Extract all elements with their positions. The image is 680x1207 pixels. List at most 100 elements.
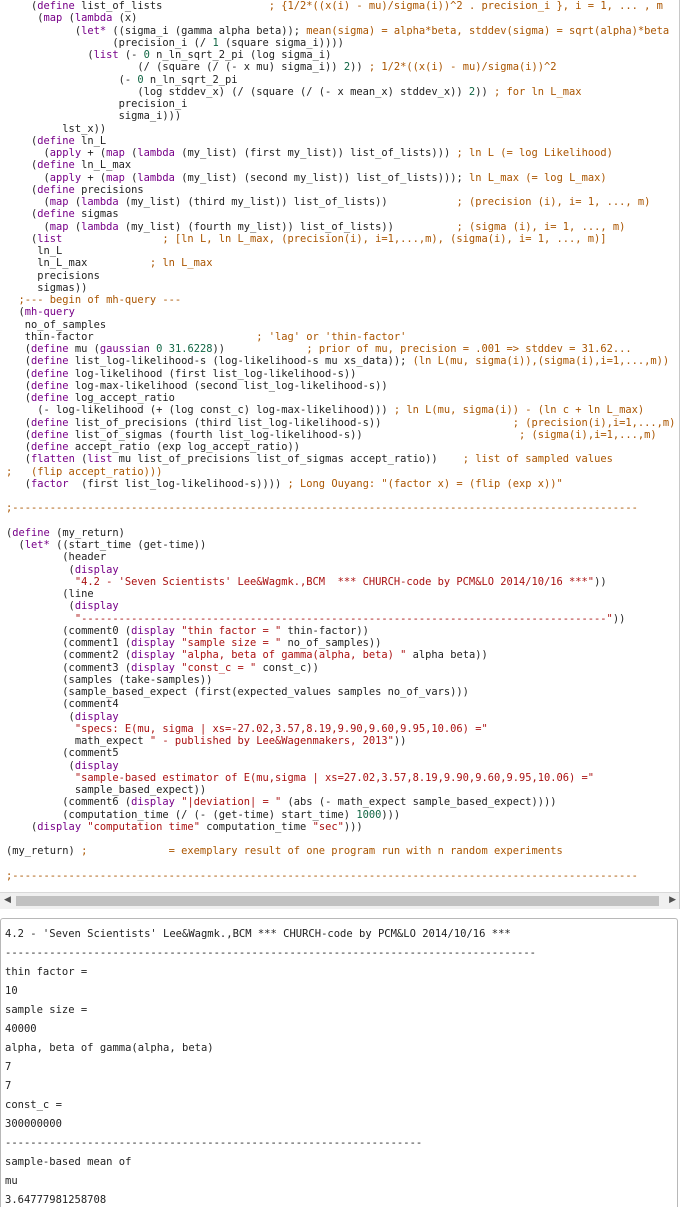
code-token: ( — [68, 196, 82, 208]
code-token: define — [37, 0, 75, 12]
code-editor[interactable]: (define list_of_lists ; {1/2*((x(i) - mu… — [0, 0, 680, 909]
code-line: (comment5 — [6, 747, 675, 759]
code-token: ; (precision(i),i=1,...,m) — [512, 416, 676, 429]
code-token: ; (flip accept_ratio))) — [6, 465, 163, 478]
code-token: ( — [124, 147, 138, 159]
code-line: (log stddev_x) (/ (square (/ (- x mean_x… — [6, 86, 675, 98]
code-token: )) — [350, 61, 369, 74]
code-line: (display — [6, 760, 675, 772]
code-line: (mh-query — [6, 306, 675, 318]
code-line: (define ln_L — [6, 135, 675, 147]
code-token: lambda — [137, 171, 175, 184]
output-line: thin factor = — [5, 966, 88, 978]
code-token: ( — [6, 220, 50, 233]
code-line: (let* ((sigma_i (gamma alpha beta)); mea… — [6, 25, 675, 37]
code-line: ln_L_max ; ln L_max — [6, 257, 675, 269]
code-token: "computation time" — [87, 820, 200, 833]
code-line: precisions — [6, 270, 675, 282]
code-token: ( — [6, 147, 50, 159]
code-line: (precision_i (/ 1 (square sigma_i)))) — [6, 37, 675, 49]
scrollbar-thumb[interactable] — [16, 896, 659, 906]
code-line: (line — [6, 588, 675, 600]
code-line: (computation_time (/ (- (get-time) start… — [6, 809, 675, 821]
code-token: lambda — [74, 12, 113, 25]
scroll-left-arrow-icon[interactable]: ◀ — [4, 895, 11, 905]
code-token: ; (precision (i), i= 1, ..., m) — [456, 196, 651, 208]
code-token: (x) — [112, 12, 138, 25]
code-token: ( — [6, 134, 38, 147]
code-token: )) — [212, 343, 307, 355]
code-token: ln L_max (= log L_max) — [468, 171, 607, 184]
code-line: thin-factor ; 'lag' or 'thin-factor' — [6, 331, 675, 343]
code-token: ( — [6, 453, 32, 466]
code-line: (define log-likelihood (first list_log-l… — [6, 368, 675, 380]
code-line: (define log-max-likelihood (second list_… — [6, 380, 675, 392]
code-token: (precision_i (/ — [6, 36, 213, 49]
code-token: (my_return) — [6, 845, 82, 858]
code-line: ;---------------------------------------… — [6, 870, 675, 882]
code-token: )) — [612, 612, 626, 625]
horizontal-scrollbar[interactable]: ◀ ▶ — [0, 892, 679, 909]
code-token: )) — [594, 575, 607, 588]
code-line: sample_based_expect)) — [6, 784, 675, 796]
code-token: ;---------------------------------------… — [6, 869, 638, 882]
code-line: ;--- begin of mh-query --- — [6, 294, 675, 306]
code-token: mu ( — [68, 343, 100, 355]
code-token: list — [93, 49, 119, 61]
code-token: let* — [24, 539, 50, 551]
output-line: ----------------------------------------… — [5, 947, 537, 959]
code-line: "specs: E(mu, sigma | xs=-27.02,3.57,8.1… — [6, 723, 675, 735]
output-line: mu — [5, 1175, 18, 1187]
code-line: (map (lambda (my_list) (fourth my_list))… — [6, 221, 675, 233]
code-token: list_log-likelihood-s (log-likelihood-s … — [68, 355, 413, 368]
code-line: (let* ((start_time (get-time)) — [6, 539, 675, 551]
code-token: flatten — [31, 453, 75, 466]
code-token: n_ln_sqrt_2_pi (log sigma_i) — [149, 49, 332, 61]
code-token: ; (sigma (i), i= 1, ..., m) — [456, 220, 626, 233]
code-token: ((start_time (get-time)) — [49, 539, 207, 551]
code-line: (factor (first list_log-likelihood-s))))… — [6, 478, 675, 490]
code-content[interactable]: (define list_of_lists ; {1/2*((x(i) - mu… — [6, 0, 675, 882]
code-token: (comment4 — [6, 698, 119, 711]
code-token: define — [37, 183, 75, 196]
code-token: list_of_sigmas (fourth list_log-likeliho… — [68, 428, 519, 441]
code-token: "specs: E(mu, sigma | xs=-27.02,3.57,8.1… — [74, 722, 488, 735]
code-token: "sample size = " — [181, 637, 282, 649]
code-token: log-likelihood (first list_log-likelihoo… — [68, 367, 357, 380]
code-token: define — [37, 159, 75, 172]
code-token: define — [12, 526, 50, 539]
code-token: "alpha, beta of gamma(alpha, beta) " — [181, 649, 407, 662]
code-token: lambda — [81, 220, 119, 233]
code-line: "---------------------------------------… — [6, 613, 675, 625]
code-token: ; Long Ouyang: "(factor x) = (flip (exp … — [287, 477, 563, 490]
scroll-right-arrow-icon[interactable]: ▶ — [669, 895, 676, 905]
output-panel: 4.2 - 'Seven Scientists' Lee&Wagmk.,BCM … — [0, 918, 678, 1207]
code-token: (comment3 ( — [6, 661, 132, 674]
code-token: (log stddev_x) (/ (square (/ (- x mean_x… — [6, 85, 469, 98]
code-token: "---------------------------------------… — [74, 612, 613, 625]
output-line: 3.64777981258708 — [5, 1194, 107, 1206]
code-token: define — [31, 441, 69, 453]
code-line: (display "computation time" computation_… — [6, 821, 675, 833]
code-token: (my_list) (second my_list)) list_of_list… — [174, 171, 469, 184]
code-token: thin-factor — [6, 330, 257, 343]
code-token: (first list_log-likelihood-s)))) — [68, 477, 288, 490]
code-token: ; ln L (= log Likelihood) — [456, 147, 613, 159]
code-token: ;--- begin of mh-query --- — [6, 294, 182, 306]
code-token: precision_i — [6, 98, 188, 110]
code-token: thin-factor)) — [281, 624, 369, 637]
code-line: (apply + (map (lambda (my_list) (second … — [6, 172, 675, 184]
code-token: ; (sigma(i),i=1,...,m) — [519, 428, 657, 441]
output-line: alpha, beta of gamma(alpha, beta) — [5, 1042, 214, 1054]
code-token: + ( — [81, 171, 107, 184]
code-token: apply — [49, 171, 82, 184]
code-token: ( — [6, 392, 32, 404]
code-line: (define list_of_lists ; {1/2*((x(i) - mu… — [6, 0, 675, 12]
code-token: mh-query — [24, 306, 75, 319]
code-token: (/ (square (/ (- x mu) sigma_i)) — [6, 61, 344, 74]
code-token: ( — [6, 416, 32, 429]
code-token: ( — [6, 0, 38, 12]
